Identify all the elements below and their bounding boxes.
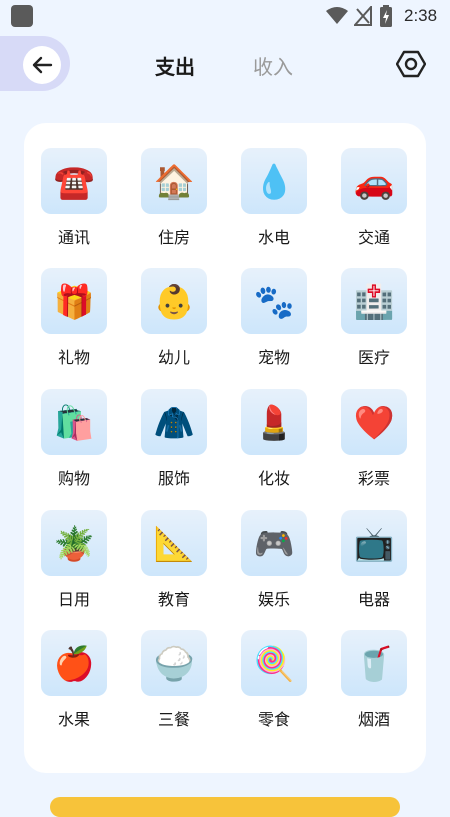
category-item[interactable]: 🧥 服饰 [134, 389, 214, 499]
back-button[interactable] [23, 46, 61, 84]
category-label: 零食 [257, 710, 290, 729]
category-label: 水电 [257, 228, 290, 247]
category-item[interactable]: 🏥 医疗 [334, 268, 414, 378]
category-icon: 🏠 [141, 148, 207, 214]
category-icon: 🥤 [341, 630, 407, 696]
category-label: 通讯 [57, 228, 90, 247]
category-icon: ❤️ [341, 389, 407, 455]
category-item[interactable]: 💄 化妆 [234, 389, 314, 499]
category-item[interactable]: 🛍️ 购物 [34, 389, 114, 499]
category-icon: 🎮 [241, 510, 307, 576]
category-icon: 🛍️ [41, 389, 107, 455]
category-icon: 🍚 [141, 630, 207, 696]
settings-icon[interactable] [396, 49, 426, 79]
category-item[interactable]: 🥤 烟酒 [334, 630, 414, 740]
category-icon: 🏥 [341, 268, 407, 334]
category-icon: 🍎 [41, 630, 107, 696]
category-icon: 🍭 [241, 630, 307, 696]
category-item[interactable]: 💧 水电 [234, 148, 314, 258]
category-label: 彩票 [357, 469, 390, 488]
status-time: 2:38 [404, 6, 438, 25]
category-label: 娱乐 [257, 590, 290, 609]
category-label: 烟酒 [357, 710, 390, 729]
battery-icon [380, 5, 392, 27]
category-label: 三餐 [157, 710, 190, 729]
category-label: 购物 [57, 469, 90, 488]
category-item[interactable]: 🍎 水果 [34, 630, 114, 740]
category-label: 电器 [357, 590, 390, 609]
category-label: 水果 [57, 710, 90, 729]
category-icon: ☎️ [41, 148, 107, 214]
category-item[interactable]: 👶 幼儿 [134, 268, 214, 378]
category-icon: 🧥 [141, 389, 207, 455]
category-grid: ☎️ 通讯 🏠 住房 💧 水电 🚗 交通 🎁 礼物 👶 幼儿 🐾 宠物 🏥 医疗 🛍️ 购物 🧥 服饰 💄 化妆 ❤️ 彩票 🪴… [24, 123, 426, 773]
category-label: 服饰 [157, 469, 190, 488]
category-icon: 💄 [241, 389, 307, 455]
category-label: 礼物 [57, 348, 90, 367]
category-label: 化妆 [257, 469, 290, 488]
status-bar: 2:38 [0, 0, 450, 32]
category-label: 医疗 [357, 348, 390, 367]
category-item[interactable]: 🚗 交通 [334, 148, 414, 258]
category-item[interactable]: 📐 教育 [134, 510, 214, 620]
category-icon: 💧 [241, 148, 307, 214]
category-item[interactable]: 🍚 三餐 [134, 630, 214, 740]
category-icon: 📺 [341, 510, 407, 576]
category-item[interactable]: 🎮 娱乐 [234, 510, 314, 620]
wifi-icon [326, 7, 348, 24]
category-label: 教育 [157, 590, 190, 609]
category-label: 宠物 [257, 348, 290, 367]
category-icon: 🐾 [241, 268, 307, 334]
app-notification-icon [11, 5, 33, 27]
signal-icon [354, 6, 372, 26]
category-label: 幼儿 [157, 348, 190, 367]
category-icon: 🎁 [41, 268, 107, 334]
category-icon: 📐 [141, 510, 207, 576]
tab-expense[interactable]: 支出 [155, 51, 195, 80]
category-item[interactable]: ☎️ 通讯 [34, 148, 114, 258]
category-icon: 🪴 [41, 510, 107, 576]
category-item[interactable]: 🏠 住房 [134, 148, 214, 258]
category-item[interactable]: 🎁 礼物 [34, 268, 114, 378]
category-label: 交通 [357, 228, 390, 247]
category-icon: 👶 [141, 268, 207, 334]
category-item[interactable]: 🐾 宠物 [234, 268, 314, 378]
arrow-left-icon [32, 56, 53, 74]
category-label: 住房 [157, 228, 190, 247]
category-item[interactable]: 📺 电器 [334, 510, 414, 620]
category-item[interactable]: 🍭 零食 [234, 630, 314, 740]
category-item[interactable]: ❤️ 彩票 [334, 389, 414, 499]
category-icon: 🚗 [341, 148, 407, 214]
category-label: 日用 [57, 590, 90, 609]
confirm-button[interactable] [50, 797, 400, 817]
tab-income[interactable]: 收入 [253, 51, 293, 80]
category-item[interactable]: 🪴 日用 [34, 510, 114, 620]
